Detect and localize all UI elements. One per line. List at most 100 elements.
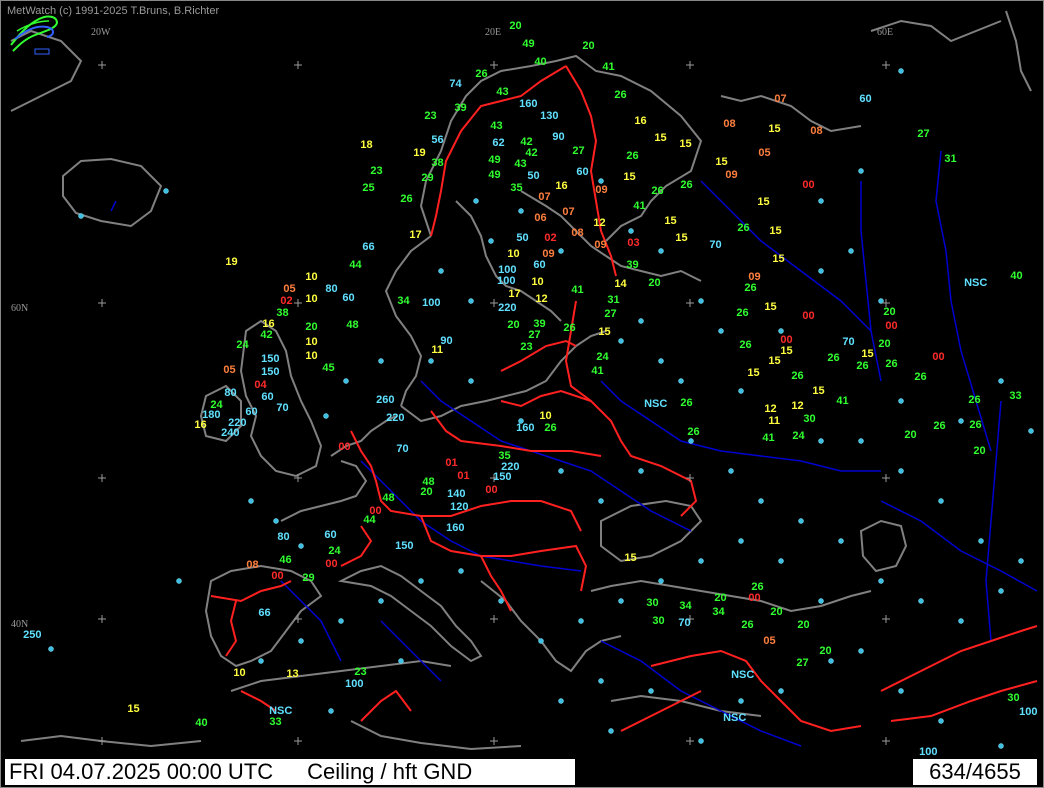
- ceiling-observation[interactable]: 16: [555, 181, 567, 192]
- ceiling-observation[interactable]: 41: [591, 366, 603, 377]
- ceiling-observation[interactable]: 12: [791, 401, 803, 412]
- ceiling-observation[interactable]: 30: [1007, 693, 1019, 704]
- ceiling-observation[interactable]: 15: [624, 553, 636, 564]
- ceiling-observation[interactable]: 13: [286, 669, 298, 680]
- ceiling-observation[interactable]: 160: [516, 423, 534, 434]
- ceiling-observation[interactable]: 29: [421, 173, 433, 184]
- ceiling-observation[interactable]: 02: [280, 296, 292, 307]
- ceiling-observation[interactable]: 150: [395, 541, 413, 552]
- ceiling-observation[interactable]: 00: [932, 352, 944, 363]
- ceiling-observation[interactable]: 26: [737, 223, 749, 234]
- ceiling-observation[interactable]: 80: [277, 532, 289, 543]
- ceiling-observation[interactable]: 100: [345, 679, 363, 690]
- ceiling-observation[interactable]: 29: [302, 573, 314, 584]
- ceiling-observation[interactable]: 11: [431, 345, 443, 356]
- ceiling-observation[interactable]: 90: [552, 132, 564, 143]
- ceiling-observation[interactable]: 26: [791, 371, 803, 382]
- ceiling-observation[interactable]: 07: [562, 207, 574, 218]
- ceiling-observation[interactable]: 20: [770, 607, 782, 618]
- ceiling-observation[interactable]: 10: [539, 411, 551, 422]
- ceiling-observation[interactable]: 09: [594, 240, 606, 251]
- ceiling-observation[interactable]: 26: [563, 323, 575, 334]
- ceiling-observation[interactable]: 160: [446, 523, 464, 534]
- ceiling-observation[interactable]: 15: [768, 124, 780, 135]
- ceiling-observation[interactable]: 40: [1010, 271, 1022, 282]
- ceiling-observation[interactable]: 05: [763, 636, 775, 647]
- ceiling-observation[interactable]: 26: [827, 353, 839, 364]
- ceiling-observation[interactable]: 20: [509, 21, 521, 32]
- ceiling-observation[interactable]: 26: [400, 194, 412, 205]
- ceiling-observation[interactable]: 08: [810, 126, 822, 137]
- ceiling-observation[interactable]: 27: [796, 658, 808, 669]
- ceiling-observation[interactable]: 50: [516, 233, 528, 244]
- ceiling-observation[interactable]: 41: [633, 201, 645, 212]
- ceiling-observation[interactable]: 20: [582, 41, 594, 52]
- ceiling-observation[interactable]: 34: [679, 601, 691, 612]
- ceiling-observation[interactable]: NSC: [644, 399, 667, 410]
- ceiling-observation[interactable]: 49: [488, 155, 500, 166]
- ceiling-observation[interactable]: 26: [741, 620, 753, 631]
- ceiling-observation[interactable]: 23: [354, 667, 366, 678]
- ceiling-observation[interactable]: 12: [593, 218, 605, 229]
- ceiling-observation[interactable]: 23: [520, 342, 532, 353]
- ceiling-observation[interactable]: 70: [678, 618, 690, 629]
- ceiling-observation[interactable]: 19: [225, 257, 237, 268]
- ceiling-observation[interactable]: 26: [626, 151, 638, 162]
- ceiling-observation[interactable]: NSC: [731, 670, 754, 681]
- ceiling-observation[interactable]: 00: [485, 485, 497, 496]
- ceiling-observation[interactable]: 30: [803, 414, 815, 425]
- ceiling-observation[interactable]: 48: [346, 320, 358, 331]
- ceiling-observation[interactable]: 62: [492, 138, 504, 149]
- ceiling-observation[interactable]: 15: [654, 133, 666, 144]
- ceiling-observation[interactable]: 38: [431, 158, 443, 169]
- ceiling-observation[interactable]: 18: [360, 140, 372, 151]
- ceiling-observation[interactable]: 70: [396, 444, 408, 455]
- ceiling-observation[interactable]: 03: [627, 238, 639, 249]
- ceiling-observation[interactable]: 44: [349, 260, 361, 271]
- ceiling-observation[interactable]: 27: [604, 309, 616, 320]
- ceiling-observation[interactable]: 27: [917, 129, 929, 140]
- ceiling-observation[interactable]: 06: [534, 213, 546, 224]
- ceiling-observation[interactable]: 220: [386, 413, 404, 424]
- ceiling-observation[interactable]: 31: [607, 295, 619, 306]
- ceiling-observation[interactable]: 66: [258, 608, 270, 619]
- ceiling-observation[interactable]: 26: [680, 398, 692, 409]
- ceiling-observation[interactable]: 26: [969, 420, 981, 431]
- ceiling-observation[interactable]: 09: [595, 185, 607, 196]
- ceiling-observation[interactable]: 26: [475, 69, 487, 80]
- ceiling-observation[interactable]: 16: [194, 420, 206, 431]
- ceiling-observation[interactable]: 15: [747, 368, 759, 379]
- ceiling-observation[interactable]: 70: [842, 337, 854, 348]
- ceiling-observation[interactable]: 120: [450, 502, 468, 513]
- ceiling-observation[interactable]: 43: [514, 159, 526, 170]
- ceiling-observation[interactable]: 08: [723, 119, 735, 130]
- ceiling-observation[interactable]: 43: [496, 87, 508, 98]
- ceiling-observation[interactable]: 15: [780, 346, 792, 357]
- ceiling-observation[interactable]: 33: [269, 717, 281, 728]
- ceiling-observation[interactable]: 10: [507, 249, 519, 260]
- ceiling-observation[interactable]: 23: [370, 166, 382, 177]
- ceiling-observation[interactable]: 39: [454, 103, 466, 114]
- ceiling-observation[interactable]: 01: [457, 471, 469, 482]
- ceiling-observation[interactable]: 50: [527, 171, 539, 182]
- ceiling-observation[interactable]: 15: [675, 233, 687, 244]
- ceiling-observation[interactable]: 35: [510, 183, 522, 194]
- ceiling-observation[interactable]: 150: [261, 367, 279, 378]
- ceiling-observation[interactable]: 41: [836, 396, 848, 407]
- ceiling-observation[interactable]: 11: [768, 416, 780, 427]
- ceiling-observation[interactable]: 100: [1019, 707, 1037, 718]
- ceiling-observation[interactable]: 26: [687, 427, 699, 438]
- ceiling-observation[interactable]: 15: [757, 197, 769, 208]
- ceiling-observation[interactable]: 27: [572, 146, 584, 157]
- ceiling-observation[interactable]: 20: [973, 446, 985, 457]
- ceiling-observation[interactable]: 10: [305, 337, 317, 348]
- ceiling-observation[interactable]: 20: [883, 307, 895, 318]
- ceiling-observation[interactable]: 12: [535, 294, 547, 305]
- ceiling-observation[interactable]: 130: [540, 111, 558, 122]
- ceiling-observation[interactable]: 56: [431, 135, 443, 146]
- ceiling-observation[interactable]: 15: [598, 327, 610, 338]
- ceiling-observation[interactable]: 26: [856, 361, 868, 372]
- ceiling-observation[interactable]: 240: [221, 428, 239, 439]
- ceiling-observation[interactable]: 26: [736, 308, 748, 319]
- ceiling-observation[interactable]: 15: [715, 157, 727, 168]
